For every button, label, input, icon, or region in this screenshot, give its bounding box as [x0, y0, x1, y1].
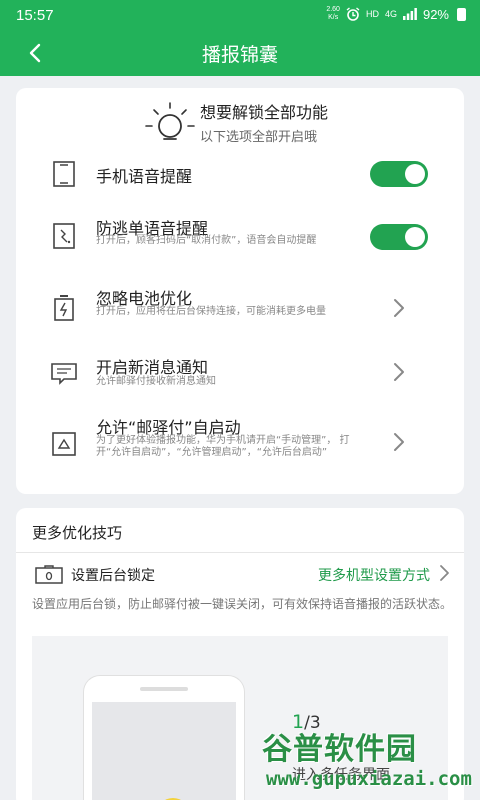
- chevron-right-icon[interactable]: [392, 432, 406, 452]
- hd-badge: HD: [365, 9, 379, 19]
- phone-screen: [92, 702, 236, 800]
- anti-escape-toggle[interactable]: [370, 224, 428, 250]
- setting-label: 手机语音提醒: [96, 167, 193, 186]
- chevron-right-icon[interactable]: [392, 298, 406, 318]
- divider: [16, 552, 464, 553]
- tips-title: 更多优化技巧: [32, 524, 123, 542]
- setting-phone-voice: 手机语音提醒: [16, 160, 464, 190]
- tutorial-carousel[interactable]: 1/3 进入多任务界面: [32, 636, 448, 800]
- setting-desc: 为了更好体验播报功能，华为手机请开启“手动管理”， 打开“允许自启动”，“允许管…: [96, 435, 350, 458]
- battery-percent: 92%: [422, 6, 449, 22]
- cancel-scan-icon: [53, 223, 75, 249]
- phone-illustration: [84, 676, 244, 800]
- setting-desc: 打开后，应用将在后台保持连接，可能消耗更多电量: [96, 306, 326, 317]
- app-bar: 播报锦囊: [0, 32, 480, 76]
- phone-speaker: [140, 687, 188, 691]
- setting-desc: 允许邮驿付接收新消息通知: [96, 376, 216, 387]
- page-title: 播报锦囊: [201, 44, 278, 66]
- network-type: 4G: [384, 9, 397, 19]
- tips-card: 更多优化技巧 设置后台锁定 更多机型设置方式 设置应用后台锁，防止邮驿付被一键误…: [16, 508, 464, 800]
- toggle-knob: [405, 227, 425, 247]
- lightbulb-icon: [145, 102, 195, 140]
- lock-label: 设置后台锁定: [71, 568, 155, 584]
- alarm-icon: [346, 7, 360, 21]
- setting-desc: 打开后，顾客扫码后“取消付款”，语音会自动提醒: [96, 235, 317, 246]
- signal-icon: [402, 8, 417, 20]
- chevron-right-icon[interactable]: [438, 564, 450, 582]
- more-models-link[interactable]: 更多机型设置方式: [318, 565, 430, 585]
- phone-voice-toggle[interactable]: [370, 161, 428, 187]
- battery-icon: [54, 295, 74, 321]
- pager-total: /3: [304, 713, 321, 733]
- setting-label: 开启新消息通知: [96, 358, 209, 377]
- battery-icon: [457, 7, 466, 21]
- pager-current: 1: [292, 711, 305, 733]
- network-speed: 2.60 K/s: [326, 6, 340, 21]
- status-time: 15:57: [16, 7, 54, 24]
- carousel-pager: 1/3: [292, 711, 321, 733]
- unlock-card: 想要解锁全部功能 以下选项全部开启哦 手机语音提醒 防逃单语音提醒 打开后，顾客…: [16, 88, 464, 494]
- message-icon: [51, 363, 77, 385]
- setting-anti-escape: 防逃单语音提醒 打开后，顾客扫码后“取消付款”，语音会自动提醒: [16, 218, 464, 262]
- unlock-subtitle: 以下选项全部开启哦: [200, 130, 318, 145]
- setting-autostart: 允许“邮驿付”自启动 为了更好体验播报功能，华为手机请开启“手动管理”， 打开“…: [16, 416, 464, 476]
- status-icons: 2.60 K/s HD 4G 92%: [326, 6, 466, 22]
- toggle-knob: [405, 164, 425, 184]
- autostart-icon: [52, 432, 76, 456]
- chevron-right-icon[interactable]: [392, 362, 406, 382]
- setting-notification: 开启新消息通知 允许邮驿付接收新消息通知: [16, 356, 464, 392]
- step-text: 进入多任务界面: [292, 767, 390, 783]
- phone-icon: [53, 161, 75, 187]
- status-bar: 15:57 2.60 K/s HD 4G 92%: [0, 0, 480, 32]
- tip-description: 设置应用后台锁，防止邮驿付被一键误关闭，可有效保持语音播报的活跃状态。: [32, 597, 453, 611]
- unlock-title: 想要解锁全部功能: [200, 103, 329, 122]
- setting-battery: 忽略电池优化 打开后，应用将在后台保持连接，可能消耗更多电量: [16, 288, 464, 332]
- lock-icon: [35, 565, 63, 584]
